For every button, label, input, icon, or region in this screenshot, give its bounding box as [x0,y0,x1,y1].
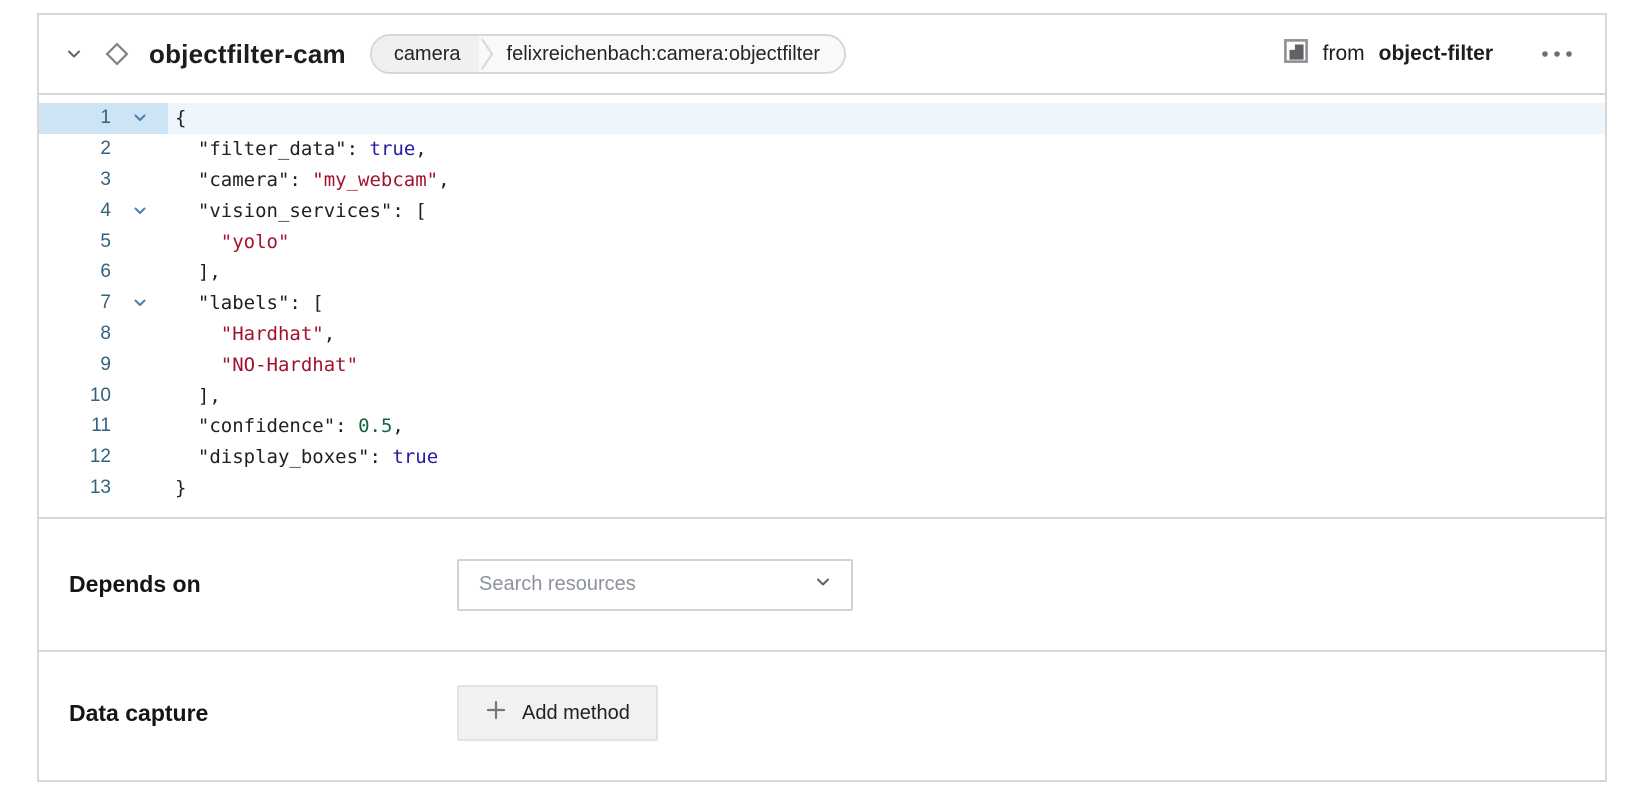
code-text[interactable]: "vision_services": [ [168,195,1605,226]
line-number: 3 [39,169,111,191]
editor-gutter: 9 [39,349,168,380]
code-text[interactable]: "confidence": 0.5, [168,411,1605,442]
code-text[interactable]: "labels": [ [168,288,1605,319]
code-text[interactable]: "NO-Hardhat" [168,349,1605,380]
editor-gutter: 8 [39,319,168,350]
data-capture-section: Data capture Add method [39,652,1605,774]
line-number: 1 [39,107,111,129]
line-number: 8 [39,323,111,345]
line-number: 6 [39,261,111,283]
depends-on-section: Depends on Search resources [39,519,1605,652]
code-line[interactable]: 5 "yolo" [39,226,1605,257]
editor-gutter: 4 [39,195,168,226]
code-line[interactable]: 7 "labels": [ [39,288,1605,319]
code-line[interactable]: 3 "camera": "my_webcam", [39,165,1605,196]
editor-gutter: 2 [39,134,168,165]
component-type: camera [372,36,479,72]
plus-icon [485,699,507,727]
component-type-model-badge: camera felixreichenbach:camera:objectfil… [370,34,846,74]
editor-gutter: 6 [39,257,168,288]
code-text[interactable]: "display_boxes": true [168,442,1605,473]
component-model: felixreichenbach:camera:objectfilter [497,36,845,72]
search-resources-placeholder: Search resources [479,573,813,596]
depends-on-label: Depends on [69,571,457,598]
component-name: objectfilter-cam [149,39,346,70]
editor-gutter: 12 [39,442,168,473]
line-number: 9 [39,354,111,376]
ellipsis-menu-icon[interactable] [1539,49,1575,59]
line-number: 10 [39,385,111,407]
resource-card: objectfilter-cam camera felixreichenbach… [37,13,1607,782]
module-icon [1283,38,1309,70]
module-from-label: from [1323,42,1365,66]
module-source: from object-filter [1283,38,1493,70]
code-line[interactable]: 13} [39,473,1605,504]
editor-gutter: 10 [39,380,168,411]
code-line[interactable]: 6 ], [39,257,1605,288]
code-line[interactable]: 8 "Hardhat", [39,319,1605,350]
badge-separator-chevron-icon [479,36,497,72]
line-number: 11 [39,415,111,437]
search-resources-dropdown[interactable]: Search resources [457,559,853,611]
editor-gutter: 11 [39,411,168,442]
line-number: 13 [39,477,111,499]
editor-gutter: 3 [39,165,168,196]
add-method-button[interactable]: Add method [457,685,658,741]
editor-gutter: 13 [39,473,168,504]
fold-chevron-icon[interactable] [111,110,168,126]
line-number: 2 [39,138,111,160]
code-line[interactable]: 9 "NO-Hardhat" [39,349,1605,380]
editor-gutter: 7 [39,288,168,319]
line-number: 7 [39,292,111,314]
code-text[interactable]: { [168,103,1605,134]
add-method-label: Add method [522,702,630,725]
line-number: 12 [39,446,111,468]
line-number: 4 [39,200,111,222]
dropdown-chevron-down-icon [813,572,833,597]
code-text[interactable]: ], [168,257,1605,288]
line-number: 5 [39,231,111,253]
fold-chevron-icon[interactable] [111,203,168,219]
code-text[interactable]: ], [168,380,1605,411]
data-capture-label: Data capture [69,700,457,727]
code-text[interactable]: "yolo" [168,226,1605,257]
json-config-editor[interactable]: 1{2 "filter_data": true,3 "camera": "my_… [39,95,1605,519]
code-line[interactable]: 12 "display_boxes": true [39,442,1605,473]
fold-chevron-icon[interactable] [111,295,168,311]
component-diamond-icon [101,38,133,70]
collapse-chevron-icon[interactable] [63,43,85,65]
code-line[interactable]: 2 "filter_data": true, [39,134,1605,165]
code-text[interactable]: "Hardhat", [168,319,1605,350]
module-name: object-filter [1379,42,1493,66]
code-line[interactable]: 4 "vision_services": [ [39,195,1605,226]
editor-gutter: 5 [39,226,168,257]
code-text[interactable]: } [168,473,1605,504]
editor-gutter: 1 [39,103,168,134]
code-line[interactable]: 1{ [39,103,1605,134]
code-text[interactable]: "filter_data": true, [168,134,1605,165]
code-line[interactable]: 10 ], [39,380,1605,411]
code-line[interactable]: 11 "confidence": 0.5, [39,411,1605,442]
code-text[interactable]: "camera": "my_webcam", [168,165,1605,196]
card-header: objectfilter-cam camera felixreichenbach… [39,15,1605,95]
